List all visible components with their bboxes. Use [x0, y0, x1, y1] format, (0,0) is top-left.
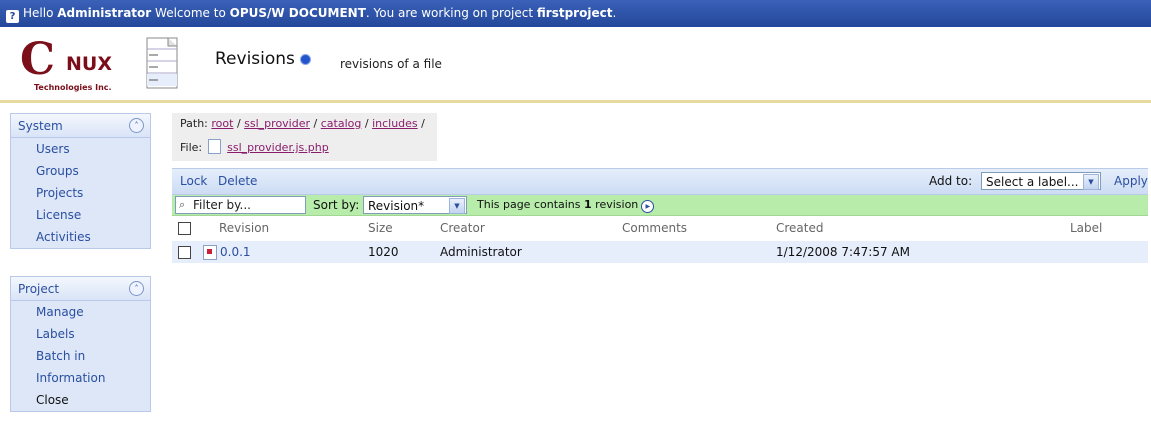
path-separator: /	[313, 117, 318, 130]
sidebar-item-batch-in[interactable]: Batch in	[11, 345, 150, 367]
collapse-icon[interactable]: ˄	[129, 118, 144, 133]
column-created[interactable]: Created	[776, 221, 824, 235]
lock-button[interactable]: Lock	[180, 174, 207, 188]
logo-subtitle: Technologies Inc.	[34, 83, 112, 92]
system-panel: System ˄ Users Groups Projects License A…	[10, 113, 151, 249]
collapse-icon[interactable]: ˄	[129, 281, 144, 296]
chevron-down-icon[interactable]: ▼	[1083, 174, 1099, 190]
sidebar-item-groups[interactable]: Groups	[11, 160, 150, 182]
sidebar-item-projects[interactable]: Projects	[11, 182, 150, 204]
info-icon[interactable]	[299, 54, 311, 65]
page-info-prefix: This page contains	[477, 198, 581, 211]
banner-working: . You are working on project	[365, 6, 534, 20]
filter-placeholder: Filter by...	[193, 198, 251, 212]
file-label: File:	[180, 141, 203, 154]
logo-nux: NUX	[66, 53, 112, 75]
company-logo: C NUX Technologies Inc.	[20, 35, 135, 95]
sidebar-item-manage[interactable]: Manage	[11, 301, 150, 323]
project-panel-header[interactable]: Project ˄	[11, 277, 150, 301]
chevron-down-icon[interactable]: ▼	[449, 198, 465, 214]
page-header: C NUX Technologies Inc. Revisions revisi…	[0, 27, 1151, 103]
logo-letter: C	[20, 34, 56, 85]
banner-app-name: OPUS/W DOCUMENT	[229, 6, 366, 20]
column-revision[interactable]: Revision	[219, 221, 269, 235]
breadcrumb-includes[interactable]: includes	[372, 117, 418, 130]
sort-select[interactable]: Revision* ▼	[363, 196, 467, 214]
column-label[interactable]: Label	[1070, 221, 1102, 235]
sort-select-value: Revision*	[368, 199, 425, 213]
action-toolbar: Lock Delete Add to: Select a label... ▼ …	[172, 168, 1148, 195]
sidebar-item-activities[interactable]: Activities	[11, 226, 150, 248]
banner-welcome: Welcome to	[155, 6, 226, 20]
project-panel: Project ˄ Manage Labels Batch in Informa…	[10, 276, 151, 412]
column-creator[interactable]: Creator	[440, 221, 485, 235]
path-separator: /	[236, 117, 241, 130]
breadcrumb-root[interactable]: root	[211, 117, 233, 130]
apply-button[interactable]: Apply	[1114, 174, 1148, 188]
next-page-icon[interactable]: ▶	[641, 200, 655, 213]
add-to-label: Add to:	[929, 174, 973, 188]
breadcrumb-ssl-provider[interactable]: ssl_provider	[244, 117, 310, 130]
filter-input[interactable]: ⌕ Filter by...	[175, 196, 306, 214]
banner-hello: Hello	[23, 6, 54, 20]
path-separator: /	[364, 117, 369, 130]
breadcrumb-catalog[interactable]: catalog	[321, 117, 362, 130]
select-all-checkbox[interactable]	[178, 222, 191, 235]
column-comments[interactable]: Comments	[622, 221, 687, 235]
delete-button[interactable]: Delete	[218, 174, 257, 188]
main-content: Path: root / ssl_provider / catalog / in…	[162, 103, 1151, 427]
banner-project-name: firstproject	[536, 6, 613, 20]
cell-created: 1/12/2008 7:47:57 AM	[776, 245, 910, 259]
column-size[interactable]: Size	[368, 221, 393, 235]
file-icon	[208, 139, 222, 154]
sort-label: Sort by:	[313, 198, 360, 212]
page-subtitle: revisions of a file	[340, 57, 442, 71]
row-checkbox[interactable]	[178, 246, 191, 259]
table-header: Revision Size Creator Comments Created L…	[172, 217, 1148, 239]
sidebar-item-labels[interactable]: Labels	[11, 323, 150, 345]
table-row: 0.0.1 1020 Administrator 1/12/2008 7:47:…	[172, 241, 1148, 263]
filter-bar: ⌕ Filter by... Sort by: Revision* ▼ This…	[172, 195, 1148, 216]
file-link[interactable]: ssl_provider.js.php	[227, 141, 329, 154]
revision-count: 1	[584, 198, 592, 211]
revision-icon	[203, 245, 217, 260]
sidebar-item-license[interactable]: License	[11, 204, 150, 226]
banner-user: Administrator	[57, 6, 152, 20]
sidebar-item-close[interactable]: Close	[11, 389, 150, 411]
page-title: Revisions	[215, 49, 311, 69]
banner-period: .	[612, 6, 617, 20]
path-separator: /	[421, 117, 425, 130]
cell-size: 1020	[368, 245, 399, 259]
page-title-text: Revisions	[215, 49, 295, 69]
system-panel-header[interactable]: System ˄	[11, 114, 150, 138]
page-info: This page contains 1 revision ▶	[477, 198, 655, 213]
help-icon[interactable]: ?	[6, 10, 19, 23]
label-select[interactable]: Select a label... ▼	[981, 172, 1101, 190]
page-info-suffix: revision	[595, 198, 639, 211]
welcome-banner: ? Hello Administrator Welcome to OPUS/W D…	[0, 0, 1151, 27]
cell-creator: Administrator	[440, 245, 522, 259]
system-panel-title: System	[18, 119, 63, 133]
search-icon: ⌕	[179, 198, 186, 211]
path-label: Path:	[180, 117, 208, 130]
breadcrumb: Path: root / ssl_provider / catalog / in…	[172, 113, 437, 161]
project-panel-title: Project	[18, 282, 60, 296]
document-icon	[146, 37, 178, 89]
sidebar-item-users[interactable]: Users	[11, 138, 150, 160]
revision-link[interactable]: 0.0.1	[220, 245, 251, 259]
sidebar-item-information[interactable]: Information	[11, 367, 150, 389]
sidebar: System ˄ Users Groups Projects License A…	[0, 103, 162, 427]
label-select-value: Select a label...	[986, 175, 1079, 189]
